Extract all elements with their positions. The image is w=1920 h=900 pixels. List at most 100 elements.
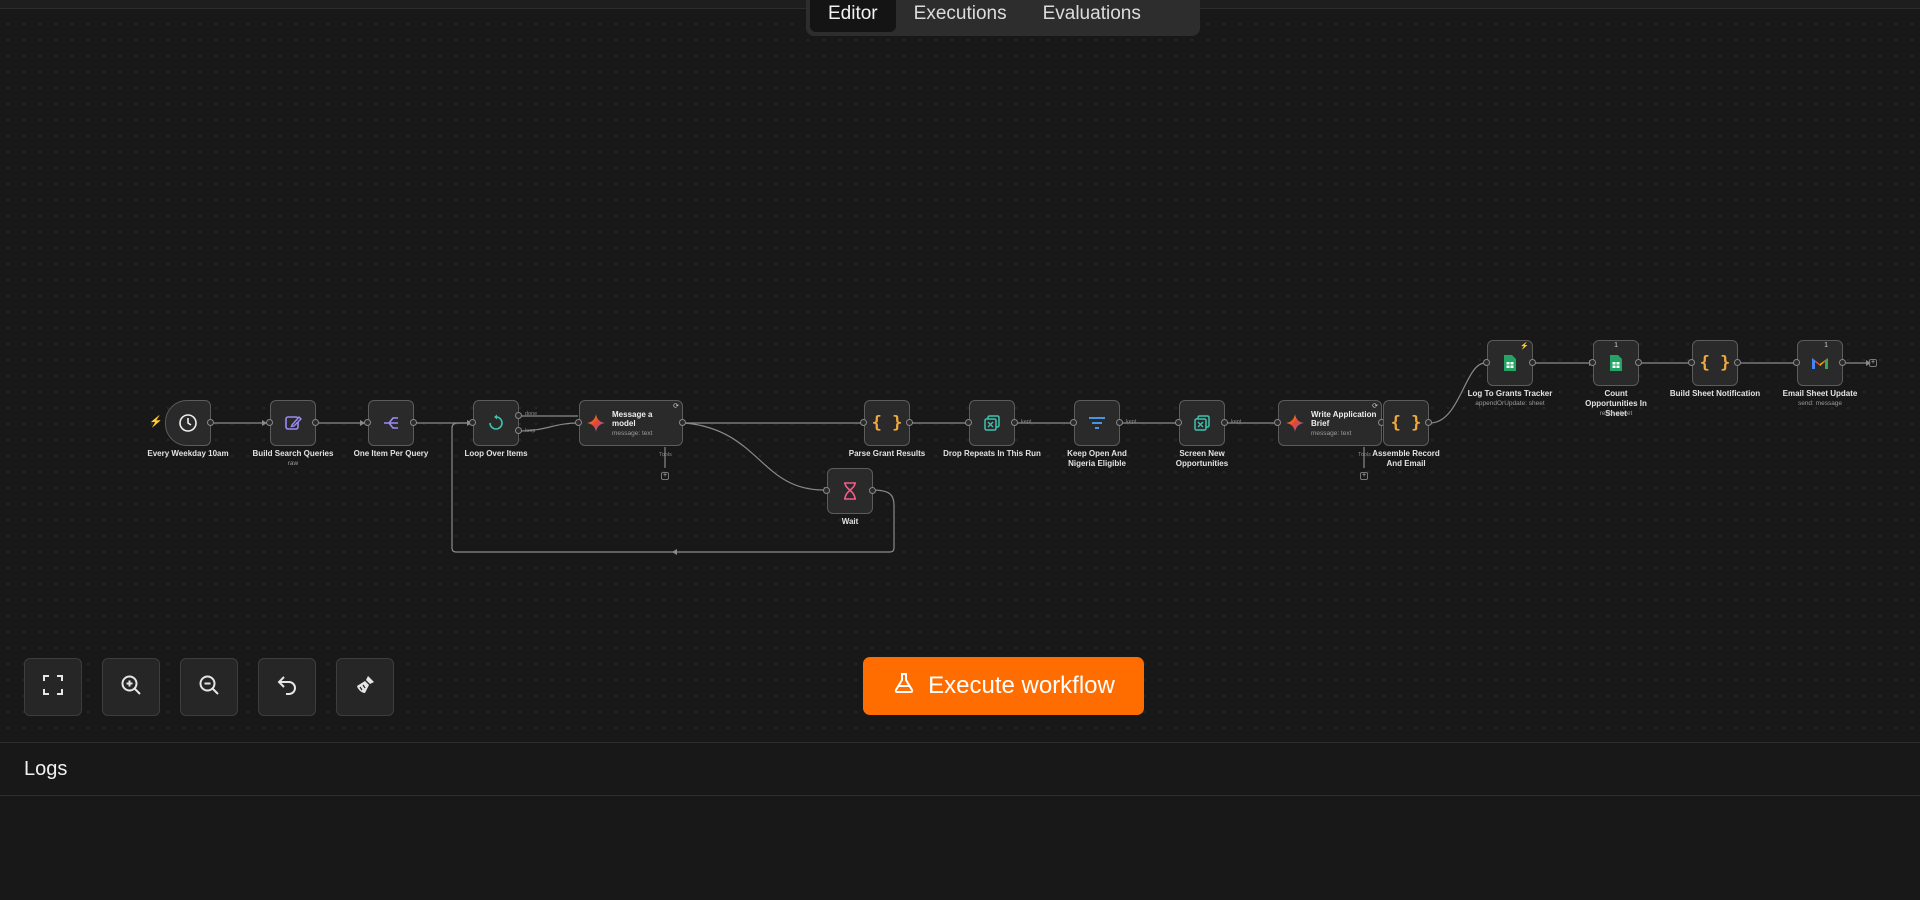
loop-port[interactable] (515, 427, 522, 434)
node-screen-new-opportunities[interactable] (1179, 400, 1225, 446)
code-braces-icon: { } (1699, 353, 1731, 373)
tab-evaluations[interactable]: Evaluations (1025, 0, 1159, 32)
node-one-item-per-query[interactable] (368, 400, 414, 446)
logs-panel-header[interactable]: Logs (0, 742, 1920, 796)
output-port[interactable] (1635, 359, 1642, 366)
input-port[interactable] (860, 419, 867, 426)
remove-duplicates-icon (982, 413, 1002, 433)
add-node-button[interactable]: + (1869, 359, 1877, 367)
undo-icon (275, 673, 299, 702)
node-wait[interactable] (827, 468, 873, 514)
output-port[interactable] (1425, 419, 1432, 426)
code-braces-icon: { } (1390, 413, 1422, 433)
fullscreen-icon (41, 673, 65, 702)
output-port[interactable] (1839, 359, 1846, 366)
node-subtitle: message: text (612, 429, 653, 437)
input-port[interactable] (469, 419, 476, 426)
execute-label: Execute workflow (928, 672, 1115, 699)
output-port[interactable] (869, 487, 876, 494)
node-label: Assemble Record And Email (1372, 449, 1440, 468)
input-port[interactable] (364, 419, 371, 426)
node-subtitle: read: sheet (1599, 410, 1633, 417)
input-port[interactable] (1793, 359, 1800, 366)
undo-button[interactable] (258, 658, 316, 716)
google-sheets-icon (1609, 354, 1623, 372)
output-port[interactable] (1734, 359, 1741, 366)
item-count-badge: 1 (1614, 342, 1618, 349)
gemini-icon (1285, 413, 1305, 433)
output-port[interactable] (410, 419, 417, 426)
node-message-a-model[interactable]: Message a model message: text ⟳ (579, 400, 683, 446)
output-port[interactable] (312, 419, 319, 426)
input-port[interactable] (1589, 359, 1596, 366)
add-tool-button[interactable]: + (1360, 472, 1368, 480)
zoom-out-icon (197, 673, 221, 702)
node-write-application-brief[interactable]: Write Application Brief message: text ⟳ (1278, 400, 1382, 446)
tab-executions[interactable]: Executions (896, 0, 1025, 32)
output-port[interactable] (1011, 419, 1018, 426)
clock-icon (178, 413, 198, 433)
node-loop-over-items[interactable] (473, 400, 519, 446)
input-port[interactable] (965, 419, 972, 426)
node-label: Loop Over Items (464, 449, 528, 458)
input-port[interactable] (1070, 419, 1077, 426)
output-port[interactable] (1221, 419, 1228, 426)
input-port[interactable] (823, 487, 830, 494)
fit-view-button[interactable] (24, 658, 82, 716)
logs-panel-body (0, 796, 1920, 900)
remove-duplicates-icon (1192, 413, 1212, 433)
input-port[interactable] (575, 419, 582, 426)
view-tabs: Editor Executions Evaluations (806, 0, 1200, 36)
input-port[interactable] (266, 419, 273, 426)
code-braces-icon: { } (871, 413, 903, 433)
output-port[interactable] (1116, 419, 1123, 426)
trigger-bolt-icon: ⚡ (149, 416, 163, 428)
node-build-search-queries[interactable] (270, 400, 316, 446)
node-parse-grant-results[interactable]: { } (864, 400, 910, 446)
node-title: Message a model (612, 409, 653, 428)
input-port[interactable] (1175, 419, 1182, 426)
node-build-sheet-notification[interactable]: { } (1692, 340, 1738, 386)
gemini-icon (586, 413, 606, 433)
input-port[interactable] (1483, 359, 1490, 366)
output-port[interactable] (679, 419, 686, 426)
workflow-canvas[interactable]: Editor Executions Evaluations ⚡ Every We… (0, 0, 1920, 742)
node-every-weekday-10am[interactable] (165, 400, 211, 446)
output-port[interactable] (1529, 359, 1536, 366)
filter-icon (1087, 413, 1107, 433)
node-label: Wait (841, 517, 859, 526)
node-label: Screen New Opportunities (1175, 449, 1229, 468)
tab-editor[interactable]: Editor (810, 0, 896, 32)
tidy-up-button[interactable] (336, 658, 394, 716)
port-label: Tools (659, 452, 672, 458)
bolt-small-icon: ⚡ (1520, 343, 1529, 350)
output-port[interactable] (207, 419, 214, 426)
done-port[interactable] (515, 412, 522, 419)
input-port[interactable] (1274, 419, 1281, 426)
node-log-to-grants-tracker[interactable]: ⚡ (1487, 340, 1533, 386)
zoom-out-button[interactable] (180, 658, 238, 716)
hourglass-icon (841, 481, 859, 501)
item-count-badge: 1 (1824, 342, 1828, 349)
input-port[interactable] (1688, 359, 1695, 366)
port-label: kept (1126, 419, 1137, 425)
node-label: Email Sheet Update (1782, 389, 1858, 398)
refresh-icon: ⟳ (673, 403, 679, 410)
port-label: loop (525, 428, 536, 434)
node-subtitle: message: text (1311, 429, 1352, 437)
node-drop-repeats[interactable] (969, 400, 1015, 446)
pencil-edit-icon (283, 413, 303, 433)
output-port[interactable] (906, 419, 913, 426)
google-sheets-icon (1503, 354, 1517, 372)
node-subtitle: raw (287, 460, 299, 467)
logs-title: Logs (24, 758, 68, 780)
node-assemble-record[interactable]: { } (1383, 400, 1429, 446)
node-keep-open-nigeria[interactable] (1074, 400, 1120, 446)
port-label: kept (1021, 419, 1032, 425)
wire (684, 422, 825, 491)
node-count-opportunities[interactable]: 1 (1593, 340, 1639, 386)
execute-workflow-button[interactable]: Execute workflow (863, 657, 1144, 715)
node-email-sheet-update[interactable]: 1 (1797, 340, 1843, 386)
zoom-in-button[interactable] (102, 658, 160, 716)
add-tool-button[interactable]: + (661, 472, 669, 480)
